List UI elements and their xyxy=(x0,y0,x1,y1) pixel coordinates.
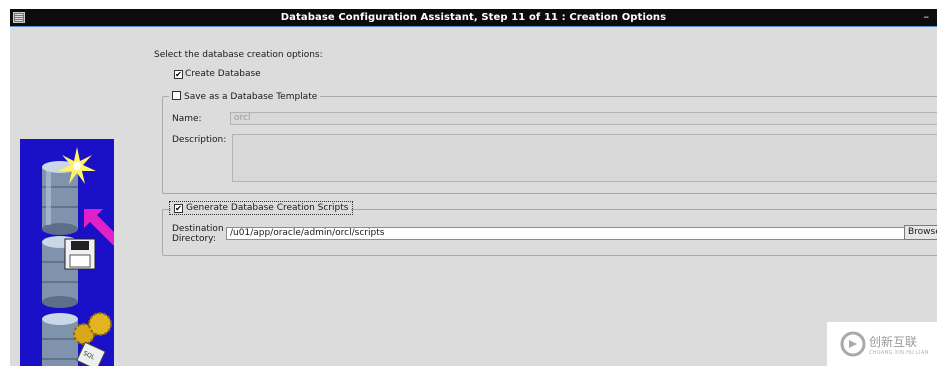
destination-directory-label: Destination Directory: xyxy=(172,224,224,244)
generate-scripts-label[interactable]: Generate Database Creation Scripts xyxy=(186,203,348,213)
destination-directory-input[interactable]: /u01/app/oracle/admin/orcl/scripts xyxy=(226,227,907,240)
window-title: Database Configuration Assistant, Step 1… xyxy=(280,12,667,23)
template-description-input[interactable] xyxy=(232,134,937,182)
save-template-label[interactable]: Save as a Database Template xyxy=(184,92,317,102)
dbca-window: Database Configuration Assistant, Step 1… xyxy=(10,9,937,366)
destination-label-line1: Destination xyxy=(172,224,224,234)
template-name-label: Name: xyxy=(172,114,202,124)
generate-scripts-legend: ✔ Generate Database Creation Scripts xyxy=(168,201,354,215)
minimize-button[interactable]: – xyxy=(924,10,930,23)
save-template-legend: Save as a Database Template xyxy=(169,91,321,102)
side-art-panel: SQL xyxy=(20,139,114,366)
save-template-checkbox[interactable] xyxy=(172,91,181,100)
title-bar: Database Configuration Assistant, Step 1… xyxy=(10,9,937,27)
create-database-checkbox[interactable]: ✔ xyxy=(174,70,183,79)
browse-button[interactable]: Browse xyxy=(904,225,937,240)
create-database-label[interactable]: Create Database xyxy=(185,69,261,79)
destination-label-line2: Directory: xyxy=(172,234,216,244)
template-description-label: Description: xyxy=(172,135,227,145)
watermark-subtext: CHUANG XIN HU LIAN xyxy=(869,350,929,356)
watermark-text: 创新互联 xyxy=(869,335,918,349)
template-name-input[interactable]: orcl xyxy=(230,112,937,125)
content-panel: SQL Select the database creation options… xyxy=(10,27,937,366)
generate-scripts-checkbox[interactable]: ✔ xyxy=(174,204,183,213)
creation-options-prompt: Select the database creation options: xyxy=(154,50,323,60)
watermark-logo-icon xyxy=(840,331,866,357)
